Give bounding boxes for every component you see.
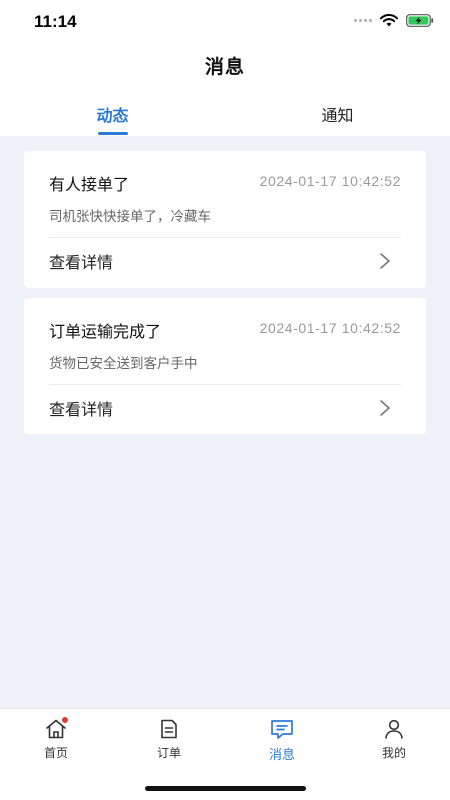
message-description: 司机张快快接单了，冷藏车 (49, 209, 211, 225)
status-bar: 11:14 (0, 0, 450, 44)
tab-activity[interactable]: 动态 (0, 100, 225, 136)
battery-charging-icon (406, 14, 434, 27)
chevron-right-icon[interactable] (378, 399, 392, 417)
home-indicator (145, 786, 306, 791)
page-title: 消息 (204, 56, 245, 78)
tabbar-item-orders[interactable]: 订单 (113, 717, 225, 761)
tabbar-item-home[interactable]: 首页 (0, 717, 112, 761)
message-title: 有人接单了 (49, 175, 130, 194)
message-time: 2024-01-17 10:42:52 (259, 173, 401, 189)
tab-notifications[interactable]: 通知 (225, 100, 450, 136)
tabbar-label: 首页 (43, 746, 68, 760)
tabbar-item-profile[interactable]: 我的 (338, 717, 450, 761)
cellular-signal-icon (354, 19, 372, 22)
message-time: 2024-01-17 10:42:52 (259, 320, 401, 336)
tabbar-item-messages[interactable]: 消息 (226, 717, 338, 763)
status-time: 11:14 (34, 12, 77, 31)
message-icon (271, 720, 293, 739)
header: 消息 动态 通知 (0, 44, 450, 136)
view-details-link[interactable]: 查看详情 (49, 396, 113, 420)
message-card[interactable]: 订单运输完成了 2024-01-17 10:42:52 货物已安全送到客户手中 … (24, 298, 426, 434)
message-description: 货物已安全送到客户手中 (49, 356, 198, 372)
message-title: 订单运输完成了 (49, 322, 162, 341)
tab-active-indicator (98, 132, 128, 135)
view-details-link[interactable]: 查看详情 (49, 249, 113, 273)
message-card[interactable]: 有人接单了 2024-01-17 10:42:52 司机张快快接单了，冷藏车 查… (24, 151, 426, 288)
tab-bar: 动态 通知 (0, 100, 450, 136)
wifi-icon (380, 14, 398, 27)
status-icons (354, 14, 434, 27)
tab-activity-label: 动态 (96, 106, 129, 125)
divider (49, 384, 401, 385)
tabbar-label: 我的 (381, 746, 406, 760)
divider (49, 237, 401, 238)
tabbar-label: 订单 (156, 746, 181, 760)
order-icon (161, 719, 177, 739)
tabbar-label: 消息 (268, 748, 295, 763)
profile-icon (385, 719, 403, 739)
notification-badge (62, 717, 68, 723)
chevron-right-icon[interactable] (378, 252, 392, 270)
tab-notifications-label: 通知 (321, 106, 354, 125)
